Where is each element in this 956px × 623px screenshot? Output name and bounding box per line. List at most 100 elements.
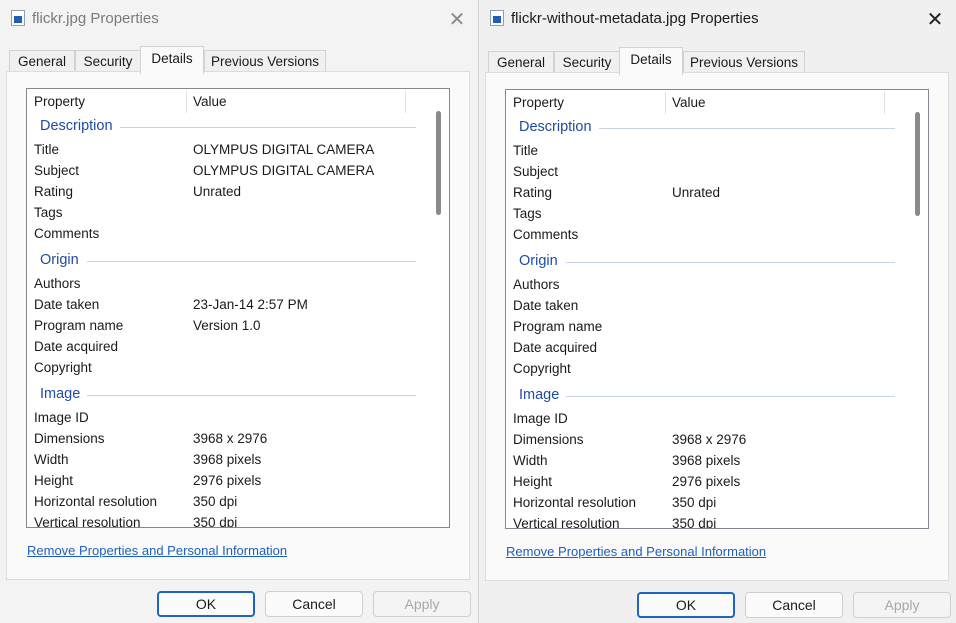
property-name: Comments (513, 227, 579, 242)
property-name: Width (513, 453, 548, 468)
property-name: Rating (34, 184, 74, 199)
property-value[interactable]: 350 dpi (193, 494, 237, 509)
scrollbar-thumb[interactable] (915, 112, 920, 216)
property-name: Tags (34, 205, 63, 220)
group-heading-image: Image (519, 387, 560, 403)
group-divider (566, 262, 895, 263)
property-name: Copyright (34, 360, 92, 375)
property-name: Height (513, 474, 553, 489)
column-header-property[interactable]: Property (34, 94, 85, 109)
group-divider (87, 261, 416, 262)
group-divider (599, 128, 895, 129)
group-divider (87, 395, 416, 396)
image-file-icon (490, 10, 504, 26)
property-value[interactable]: 2976 pixels (193, 473, 261, 488)
property-value[interactable]: 3968 x 2976 (193, 431, 267, 446)
window-title: flickr-without-metadata.jpg Properties (511, 10, 759, 27)
cancel-button[interactable]: Cancel (745, 592, 843, 618)
title-bar: flickr.jpg Properties ✕ (0, 0, 478, 38)
close-icon[interactable]: ✕ (922, 6, 948, 32)
group-heading-origin: Origin (519, 253, 558, 269)
group-heading-description: Description (519, 119, 592, 135)
tab-previous-versions[interactable]: Previous Versions (683, 51, 805, 74)
properties-window-flickr: flickr.jpg Properties ✕ General Security… (0, 0, 478, 623)
property-value[interactable]: 3968 x 2976 (672, 432, 746, 447)
property-name: Comments (34, 226, 100, 241)
property-value[interactable]: Unrated (672, 185, 720, 200)
image-file-icon (11, 10, 25, 26)
property-name: Height (34, 473, 74, 488)
property-value[interactable]: Version 1.0 (193, 318, 261, 333)
property-name: Horizontal resolution (34, 494, 158, 509)
properties-list[interactable]: Property Value Description Title OLYMPUS… (26, 88, 450, 528)
property-name: Copyright (513, 361, 571, 376)
property-name: Dimensions (513, 432, 584, 447)
property-value[interactable]: 2976 pixels (672, 474, 740, 489)
property-value[interactable]: OLYMPUS DIGITAL CAMERA (193, 142, 374, 157)
property-name: Width (34, 452, 69, 467)
property-name: Rating (513, 185, 553, 200)
column-header-property[interactable]: Property (513, 95, 564, 110)
column-divider[interactable] (405, 91, 406, 113)
property-name: Title (34, 142, 60, 157)
column-header-value[interactable]: Value (193, 94, 227, 109)
apply-button[interactable]: Apply (853, 592, 951, 618)
window-title: flickr.jpg Properties (32, 10, 159, 27)
tab-general[interactable]: General (488, 51, 554, 74)
property-name: Date acquired (34, 339, 119, 354)
property-name: Vertical resolution (513, 516, 620, 529)
properties-window-flickr-without-metadata: flickr-without-metadata.jpg Properties ✕… (478, 0, 956, 623)
column-header-value[interactable]: Value (672, 95, 706, 110)
property-name: Dimensions (34, 431, 105, 446)
details-panel: Property Value Description Title OLYMPUS… (6, 71, 470, 580)
property-name: Date acquired (513, 340, 598, 355)
property-name: Program name (34, 318, 124, 333)
group-heading-image: Image (40, 386, 81, 402)
tab-security[interactable]: Security (75, 50, 141, 73)
properties-list[interactable]: Property Value Description Title Subject… (505, 89, 929, 529)
property-name: Image ID (34, 410, 89, 425)
property-name: Subject (513, 164, 559, 179)
ok-button[interactable]: OK (157, 591, 255, 617)
property-value[interactable]: Unrated (193, 184, 241, 199)
tab-details[interactable]: Details (619, 47, 683, 75)
scrollbar-thumb[interactable] (436, 111, 441, 215)
property-value[interactable]: 350 dpi (672, 495, 716, 510)
column-divider[interactable] (884, 92, 885, 114)
property-value[interactable]: 3968 pixels (672, 453, 740, 468)
property-name: Vertical resolution (34, 515, 141, 528)
property-name: Date taken (513, 298, 579, 313)
property-value[interactable]: 23-Jan-14 2:57 PM (193, 297, 308, 312)
property-name: Authors (513, 277, 560, 292)
column-divider[interactable] (665, 92, 666, 114)
property-name: Tags (513, 206, 542, 221)
ok-button[interactable]: OK (637, 592, 735, 618)
group-heading-origin: Origin (40, 252, 79, 268)
property-name: Horizontal resolution (513, 495, 637, 510)
property-name: Authors (34, 276, 81, 291)
property-value[interactable]: 3968 pixels (193, 452, 261, 467)
property-value[interactable]: 350 dpi (193, 515, 237, 527)
tab-details[interactable]: Details (140, 46, 204, 74)
list-header: Property Value (506, 90, 906, 116)
remove-properties-link[interactable]: Remove Properties and Personal Informati… (506, 544, 766, 559)
property-value[interactable]: OLYMPUS DIGITAL CAMERA (193, 163, 374, 178)
column-divider[interactable] (186, 91, 187, 113)
property-name: Date taken (34, 297, 100, 312)
property-name: Title (513, 143, 539, 158)
close-icon[interactable]: ✕ (444, 6, 470, 32)
list-header: Property Value (27, 89, 427, 115)
title-bar: flickr-without-metadata.jpg Properties ✕ (479, 0, 956, 38)
details-panel: Property Value Description Title Subject… (485, 72, 949, 581)
group-heading-description: Description (40, 118, 113, 134)
property-name: Image ID (513, 411, 568, 426)
remove-properties-link[interactable]: Remove Properties and Personal Informati… (27, 543, 287, 558)
group-divider (566, 396, 895, 397)
tab-general[interactable]: General (9, 50, 75, 73)
apply-button[interactable]: Apply (373, 591, 471, 617)
property-name: Subject (34, 163, 80, 178)
property-value[interactable]: 350 dpi (672, 516, 716, 528)
tab-security[interactable]: Security (554, 51, 620, 74)
cancel-button[interactable]: Cancel (265, 591, 363, 617)
tab-previous-versions[interactable]: Previous Versions (204, 50, 326, 73)
